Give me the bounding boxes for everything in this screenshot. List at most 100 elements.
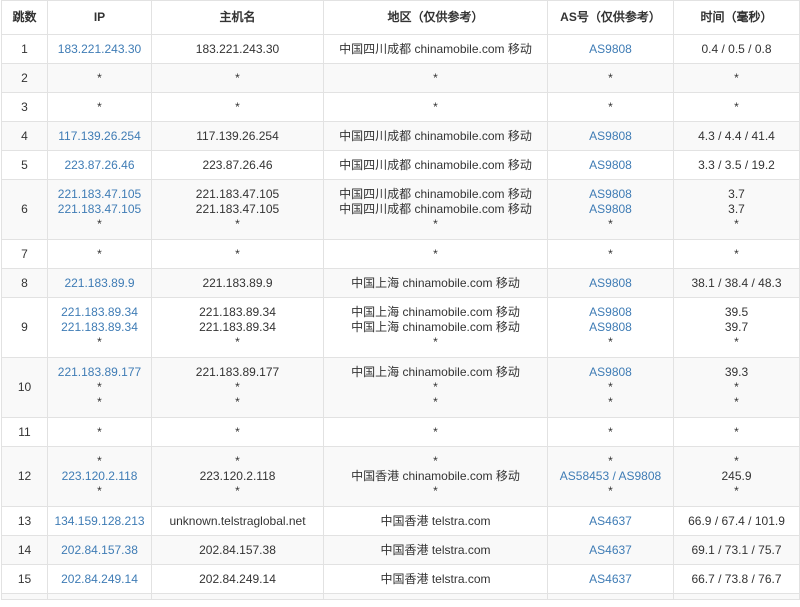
hostname: * (235, 246, 240, 261)
as-number-link[interactable]: AS9808 (551, 276, 670, 291)
table-row (1, 593, 800, 600)
ip-address: * (97, 335, 102, 349)
hostname: 117.139.26.254 (196, 128, 279, 143)
region-cell: * 中国香港 chinamobile.com 移动 * (323, 446, 548, 507)
hostname-cell: * 223.120.2.118 * (151, 446, 324, 507)
as-number-cell: AS4637 (547, 506, 674, 536)
as-number-link[interactable]: AS9808 (551, 158, 670, 173)
as-number: * (608, 380, 613, 394)
hostname-cell: 221.183.47.105 221.183.47.105 * (151, 179, 324, 240)
ip-address-link[interactable]: 223.87.26.46 (51, 158, 148, 173)
as-number: * (608, 70, 613, 85)
latency: 0.4 / 0.5 / 0.8 (701, 41, 772, 56)
hop-number: 3 (1, 92, 48, 122)
ip-address-link[interactable]: 221.183.89.34 (51, 320, 148, 335)
ip-address-link[interactable]: 221.183.89.9 (51, 276, 148, 291)
as-number-link[interactable]: AS9808 (551, 187, 670, 202)
region-cell: 中国四川成都 chinamobile.com 移动 (323, 34, 548, 64)
region: 中国上海 chinamobile.com 移动 (351, 275, 520, 290)
hostname-cell: * (151, 239, 324, 269)
hop-number: 8 (1, 268, 48, 298)
region-cell: 中国上海 chinamobile.com 移动 * * (323, 357, 548, 418)
ip-address-link[interactable]: 221.183.47.105 (51, 187, 148, 202)
header-time: 时间（毫秒） (673, 0, 800, 35)
as-number-link[interactable]: AS58453 / AS9808 (551, 469, 670, 484)
hostname-cell: 117.139.26.254 (151, 121, 324, 151)
as-number-link[interactable]: AS9808 (551, 202, 670, 217)
ip-address-link[interactable]: 221.183.89.34 (51, 305, 148, 320)
as-number-cell (547, 593, 674, 600)
as-number-cell: * (547, 63, 674, 93)
as-number-link[interactable]: AS4637 (551, 543, 670, 558)
ip-address-cell: 221.183.89.177 * * (47, 357, 152, 418)
ip-address-cell (47, 593, 152, 600)
latency: * (734, 217, 739, 231)
hostname: 221.183.47.105 (195, 202, 280, 216)
ip-address-link[interactable]: 183.221.243.30 (51, 42, 148, 57)
as-number-link[interactable]: AS9808 (551, 365, 670, 380)
hostname-cell: unknown.telstraglobal.net (151, 506, 324, 536)
region: * (433, 395, 438, 409)
as-number-link[interactable]: AS4637 (551, 514, 670, 529)
as-number-cell: AS9808 (547, 150, 674, 180)
ip-address-cell: 202.84.157.38 (47, 535, 152, 565)
region-cell: 中国上海 chinamobile.com 移动 中国上海 chinamobile.… (323, 297, 548, 358)
ip-address: * (97, 395, 102, 409)
table-row: 5 223.87.26.46 223.87.26.46 中国四川成都 chinamob… (1, 150, 800, 180)
hop-number: 2 (1, 63, 48, 93)
latency-cell: * (673, 92, 800, 122)
as-number: * (608, 335, 613, 349)
table-row: 9 221.183.89.34 221.183.89.34 * 221.183.89.3… (1, 297, 800, 358)
header-row: 跳数 IP 主机名 地区（仅供参考） AS号（仅供参考） 时间（毫秒） (1, 0, 800, 35)
table-row: 4 117.139.26.254 117.139.26.254 中国四川成都 chin… (1, 121, 800, 151)
hostname: 221.183.89.9 (202, 275, 273, 290)
ip-address-cell: * (47, 63, 152, 93)
hostname: 183.221.243.30 (195, 41, 280, 56)
header-as: AS号（仅供参考） (547, 0, 674, 35)
latency-cell: * (673, 63, 800, 93)
hostname-cell: 202.84.157.38 (151, 535, 324, 565)
latency-cell: 66.9 / 67.4 / 101.9 (673, 506, 800, 536)
ip-address-link[interactable]: 202.84.157.38 (51, 543, 148, 558)
as-number-link[interactable]: AS9808 (551, 305, 670, 320)
hostname-cell: 221.183.89.34 221.183.89.34 * (151, 297, 324, 358)
as-number-cell: AS9808 AS9808 * (547, 179, 674, 240)
hostname-cell: 202.84.249.14 (151, 564, 324, 594)
region-cell: 中国香港 telstra.com (323, 564, 548, 594)
ip-address-link[interactable]: 223.120.2.118 (51, 469, 148, 484)
latency: 3.7 (728, 202, 745, 216)
as-number-link[interactable]: AS4637 (551, 572, 670, 587)
as-number-cell: * AS58453 / AS9808 * (547, 446, 674, 507)
as-number-cell: * (547, 417, 674, 447)
region: * (433, 246, 438, 261)
as-number-link[interactable]: AS9808 (551, 320, 670, 335)
table-row: 2 * * * * * (1, 63, 800, 93)
latency: 3.3 / 3.5 / 19.2 (698, 157, 775, 172)
latency: * (734, 454, 739, 468)
hostname: unknown.telstraglobal.net (169, 513, 306, 528)
table-row: 7 * * * * * (1, 239, 800, 269)
as-number: * (608, 99, 613, 114)
as-number-link[interactable]: AS9808 (551, 42, 670, 57)
ip-address-link[interactable]: 117.139.26.254 (51, 129, 148, 144)
region-cell: * (323, 63, 548, 93)
hop-number: 12 (1, 446, 48, 507)
ip-address: * (97, 70, 102, 85)
table-row: 13 134.159.128.213 unknown.telstraglobal.n… (1, 506, 800, 536)
hop-number: 15 (1, 564, 48, 594)
ip-address: * (97, 380, 102, 394)
as-number-cell: AS9808 (547, 268, 674, 298)
table-row: 1 183.221.243.30 183.221.243.30 中国四川成都 chin… (1, 34, 800, 64)
header-hostname: 主机名 (151, 0, 324, 35)
region: * (433, 99, 438, 114)
ip-address-link[interactable]: 134.159.128.213 (51, 514, 148, 529)
region-cell (323, 593, 548, 600)
ip-address-link[interactable]: 221.183.89.177 (51, 365, 148, 380)
hostname: 221.183.89.177 (195, 365, 280, 379)
ip-address-link[interactable]: 221.183.47.105 (51, 202, 148, 217)
as-number-link[interactable]: AS9808 (551, 129, 670, 144)
region: 中国上海 chinamobile.com 移动 (351, 365, 520, 379)
ip-address-link[interactable]: 202.84.249.14 (51, 572, 148, 587)
latency: 4.3 / 4.4 / 41.4 (698, 128, 775, 143)
ip-address-cell: 221.183.89.34 221.183.89.34 * (47, 297, 152, 358)
